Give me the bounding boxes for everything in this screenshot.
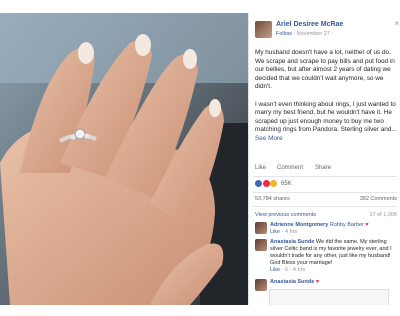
comment-time: · 4 hrs — [280, 229, 298, 235]
comment-body: Adrienne Montgomery Robby Barber ♥ Like … — [270, 222, 397, 236]
commenter-avatar[interactable] — [255, 222, 267, 234]
reactions-summary[interactable]: 65K — [255, 180, 292, 190]
tagged-person[interactable]: Robby Barber — [330, 222, 364, 228]
post-meta: Follow · November 27 · — [276, 31, 333, 37]
post-actions: Like Comment Share — [255, 165, 397, 175]
comment-meta: Like · 6 · 4 hrs — [270, 267, 397, 274]
divider — [253, 192, 397, 193]
commenter-name[interactable]: Adrienne Montgomery — [270, 222, 328, 228]
like-button[interactable]: Like — [255, 165, 266, 171]
divider — [253, 176, 397, 177]
post-stats: 53,784 shares 382 Comments — [255, 196, 397, 202]
commenter-name[interactable]: Anastasia Sunde — [270, 239, 314, 245]
comment-body: Anastasia Sunde We did the same. My ster… — [270, 239, 397, 274]
comment-meta: Like · 4 hrs — [270, 229, 397, 236]
comment-like-button[interactable]: Like — [270, 229, 280, 235]
view-previous-comments-link[interactable]: View previous comments — [255, 212, 316, 218]
wow-reaction-icon — [270, 180, 278, 187]
author-avatar[interactable] — [255, 21, 272, 38]
shares-count[interactable]: 53,784 shares — [255, 196, 290, 202]
post-paragraph-2-text: I wasn't even thinking about rings, I ju… — [255, 100, 397, 134]
share-button[interactable]: Share — [315, 165, 331, 171]
close-icon[interactable]: × — [394, 19, 399, 28]
post-date[interactable]: November 27 · — [297, 31, 333, 37]
hand-with-ring-photo — [0, 13, 248, 305]
comment-like-button[interactable]: Like — [270, 267, 280, 273]
comments-count[interactable]: 382 Comments — [360, 196, 397, 202]
post-photo[interactable] — [0, 13, 248, 305]
post-paragraph-1: My husband doesn't have a lot, neither o… — [255, 49, 395, 91]
comment-image-preview[interactable] — [269, 289, 389, 305]
post-header: Ariel Desiree McRae Follow · November 27… — [255, 19, 399, 43]
see-more-link[interactable]: See More — [255, 135, 283, 142]
reaction-count[interactable]: 65K — [281, 181, 292, 187]
author-name[interactable]: Ariel Desiree McRae — [276, 21, 343, 28]
post-text: My husband doesn't have a lot, neither o… — [255, 49, 397, 152]
divider — [253, 206, 397, 207]
heart-icon: ♥ — [315, 279, 320, 285]
post-paragraph-2: I wasn't even thinking about rings, I ju… — [255, 101, 397, 144]
heart-icon: ♥ — [365, 222, 369, 228]
comment-button[interactable]: Comment — [277, 165, 303, 171]
like-reaction-icon — [255, 180, 262, 187]
comments-nav: View previous comments 17 of 1,006 — [255, 212, 397, 218]
post-side-panel: Ariel Desiree McRae Follow · November 27… — [248, 13, 400, 305]
comment-body: Anastasia Sunde ♥ — [270, 279, 397, 286]
commenter-name[interactable]: Anastasia Sunde — [270, 279, 314, 285]
follow-link[interactable]: Follow — [276, 31, 292, 37]
facebook-photo-viewer: Ariel Desiree McRae Follow · November 27… — [0, 0, 400, 316]
comment-time: · 6 · 4 hrs — [280, 267, 306, 273]
commenter-avatar[interactable] — [255, 279, 267, 291]
comments-pagination: 17 of 1,006 — [369, 212, 397, 218]
commenter-avatar[interactable] — [255, 239, 267, 251]
love-reaction-icon — [262, 180, 270, 187]
